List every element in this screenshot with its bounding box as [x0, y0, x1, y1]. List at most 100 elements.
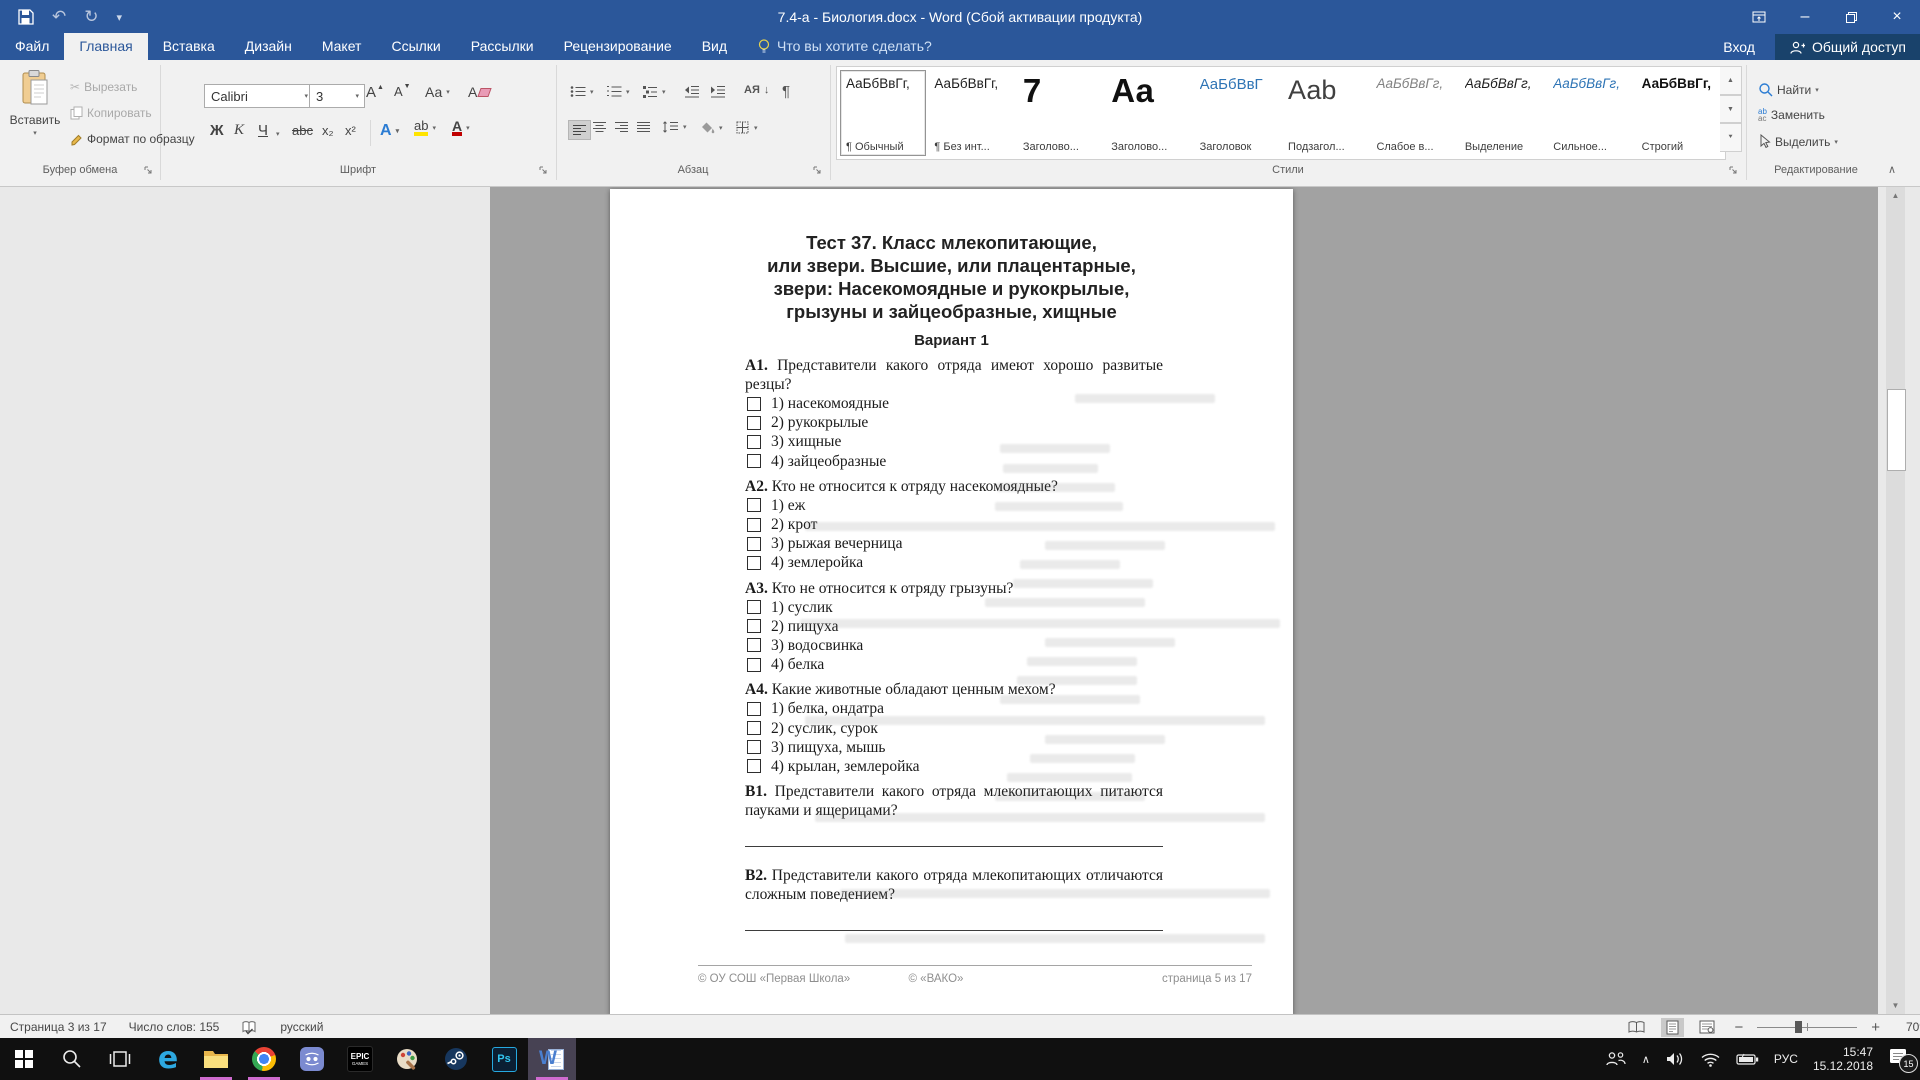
- word-count[interactable]: Число слов: 155: [129, 1020, 220, 1034]
- underline-button[interactable]: Ч: [258, 122, 268, 139]
- tab-ссылки[interactable]: Ссылки: [376, 33, 455, 60]
- zoom-level[interactable]: 70%: [1894, 1020, 1920, 1034]
- copy-button[interactable]: Копировать: [70, 106, 152, 120]
- style-item[interactable]: АаБбВвГг,Строгий: [1636, 70, 1722, 156]
- show-paragraph-marks-button[interactable]: ¶: [782, 83, 790, 100]
- proofing-icon[interactable]: [241, 1020, 258, 1035]
- replace-button[interactable]: abac Заменить: [1758, 108, 1825, 122]
- tab-вид[interactable]: Вид: [687, 33, 742, 60]
- decrease-indent-button[interactable]: [684, 85, 700, 98]
- taskbar-epic-games-button[interactable]: EPICGAMES: [336, 1038, 384, 1080]
- print-layout-button[interactable]: [1661, 1018, 1684, 1037]
- undo-icon[interactable]: ↶: [52, 7, 66, 27]
- volume-icon[interactable]: [1665, 1051, 1685, 1067]
- close-button[interactable]: ×: [1874, 0, 1920, 34]
- taskbar-chrome-button[interactable]: [240, 1038, 288, 1080]
- style-item[interactable]: АаБбВвГг,Выделение: [1459, 70, 1545, 156]
- select-button[interactable]: Выделить▾: [1758, 134, 1838, 149]
- zoom-out-button[interactable]: −: [1730, 1019, 1747, 1036]
- taskbar-discord-button[interactable]: [288, 1038, 336, 1080]
- clipboard-dialog-launcher[interactable]: [143, 165, 153, 175]
- font-dialog-launcher[interactable]: [538, 165, 548, 175]
- change-case-button[interactable]: Аа▾: [425, 84, 450, 100]
- find-button[interactable]: Найти▾: [1758, 82, 1819, 97]
- shading-button[interactable]: ▾: [700, 121, 723, 134]
- tab-рассылки[interactable]: Рассылки: [456, 33, 549, 60]
- bold-button[interactable]: Ж: [210, 122, 224, 139]
- style-item[interactable]: АаБбВвГг,Сильное...: [1547, 70, 1633, 156]
- style-item[interactable]: АаБбВвГЗаголовок: [1194, 70, 1280, 156]
- restore-button[interactable]: [1828, 0, 1874, 34]
- line-spacing-button[interactable]: ▾: [662, 121, 687, 133]
- document-page[interactable]: Тест 37. Класс млекопитающие,или звери. …: [610, 189, 1293, 1014]
- numbered-list-button[interactable]: ▾: [606, 85, 630, 98]
- action-center-icon[interactable]: 15: [1888, 1047, 1914, 1071]
- taskbar-paint-button[interactable]: [384, 1038, 432, 1080]
- taskbar-file-explorer-button[interactable]: [192, 1038, 240, 1080]
- font-color-button[interactable]: А▾: [452, 120, 470, 136]
- bullet-list-button[interactable]: ▾: [570, 85, 594, 98]
- share-button[interactable]: Общий доступ: [1775, 34, 1920, 60]
- clear-formatting-button[interactable]: А: [468, 84, 490, 100]
- style-item[interactable]: АаБбВвГг,¶ Без инт...: [928, 70, 1014, 156]
- grow-font-button[interactable]: А▲: [366, 84, 384, 101]
- tab-макет[interactable]: Макет: [307, 33, 377, 60]
- style-item[interactable]: АаБбВвГг,Слабое в...: [1370, 70, 1456, 156]
- sign-in-button[interactable]: Вход: [1703, 34, 1775, 60]
- align-center-button[interactable]: [592, 121, 607, 133]
- font-family-combo[interactable]: Calibri▾: [204, 84, 314, 108]
- multilevel-list-button[interactable]: ▾: [642, 85, 666, 98]
- styles-dialog-launcher[interactable]: [1728, 165, 1738, 175]
- taskbar-steam-button[interactable]: [432, 1038, 480, 1080]
- cut-button[interactable]: ✂ Вырезать: [70, 80, 137, 94]
- wifi-icon[interactable]: [1700, 1051, 1721, 1067]
- collapse-ribbon-button[interactable]: ∧: [1888, 163, 1896, 176]
- web-layout-button[interactable]: [1694, 1018, 1720, 1036]
- taskbar-edge-button[interactable]: e: [144, 1038, 192, 1080]
- styles-more-button[interactable]: ⯆: [1720, 123, 1742, 152]
- taskbar-word-button[interactable]: W: [528, 1038, 576, 1080]
- taskbar-photoshop-button[interactable]: Ps: [480, 1038, 528, 1080]
- shrink-font-button[interactable]: А▼: [394, 84, 411, 99]
- scrollbar-thumb[interactable]: [1887, 389, 1906, 471]
- increase-indent-button[interactable]: [710, 85, 726, 98]
- scroll-up-button[interactable]: ▲: [1886, 187, 1905, 204]
- language-indicator[interactable]: русский: [280, 1020, 323, 1034]
- style-item[interactable]: АаБбВвГг,¶ Обычный: [840, 70, 926, 156]
- battery-icon[interactable]: [1736, 1053, 1759, 1066]
- style-item[interactable]: АаbПодзагол...: [1282, 70, 1368, 156]
- subscript-button[interactable]: x₂: [322, 123, 334, 138]
- zoom-slider-thumb[interactable]: [1795, 1021, 1802, 1033]
- tab-вставка[interactable]: Вставка: [148, 33, 230, 60]
- sort-button[interactable]: АЯ↓: [744, 84, 769, 96]
- read-mode-button[interactable]: [1622, 1018, 1651, 1036]
- styles-scroll-down-button[interactable]: ▼: [1720, 95, 1742, 124]
- customize-qat-icon[interactable]: ▾: [117, 11, 123, 24]
- highlight-color-button[interactable]: ab▾: [414, 120, 436, 136]
- paragraph-dialog-launcher[interactable]: [812, 165, 822, 175]
- text-effects-button[interactable]: А▾: [380, 122, 399, 140]
- align-left-button[interactable]: [568, 120, 591, 140]
- language-switch[interactable]: РУС: [1774, 1052, 1798, 1066]
- strikethrough-button[interactable]: abc: [292, 123, 313, 138]
- taskbar-search-button[interactable]: [48, 1038, 96, 1080]
- redo-icon[interactable]: ↻: [84, 7, 98, 27]
- page-indicator[interactable]: Страница 3 из 17: [10, 1020, 107, 1034]
- tab-главная[interactable]: Главная: [64, 33, 147, 60]
- ribbon-display-options-button[interactable]: [1736, 0, 1782, 34]
- underline-dropdown-arrow[interactable]: ▾: [276, 130, 280, 138]
- align-right-button[interactable]: [614, 121, 629, 133]
- italic-button[interactable]: К: [234, 122, 244, 139]
- tab-дизайн[interactable]: Дизайн: [230, 33, 307, 60]
- zoom-slider[interactable]: [1757, 1019, 1857, 1035]
- taskbar-start-button[interactable]: [0, 1038, 48, 1080]
- format-painter-button[interactable]: Формат по образцу: [70, 132, 195, 146]
- styles-scroll-up-button[interactable]: ▲: [1720, 66, 1742, 95]
- justify-button[interactable]: [636, 121, 651, 133]
- borders-button[interactable]: ▾: [736, 121, 758, 134]
- style-item[interactable]: АаЗаголово...: [1105, 70, 1191, 156]
- scroll-down-button[interactable]: ▼: [1886, 997, 1905, 1014]
- tray-expand-icon[interactable]: ∧: [1642, 1053, 1650, 1066]
- tell-me-box[interactable]: Что вы хотите сделать?: [758, 38, 932, 60]
- font-size-combo[interactable]: 3▾: [309, 84, 365, 108]
